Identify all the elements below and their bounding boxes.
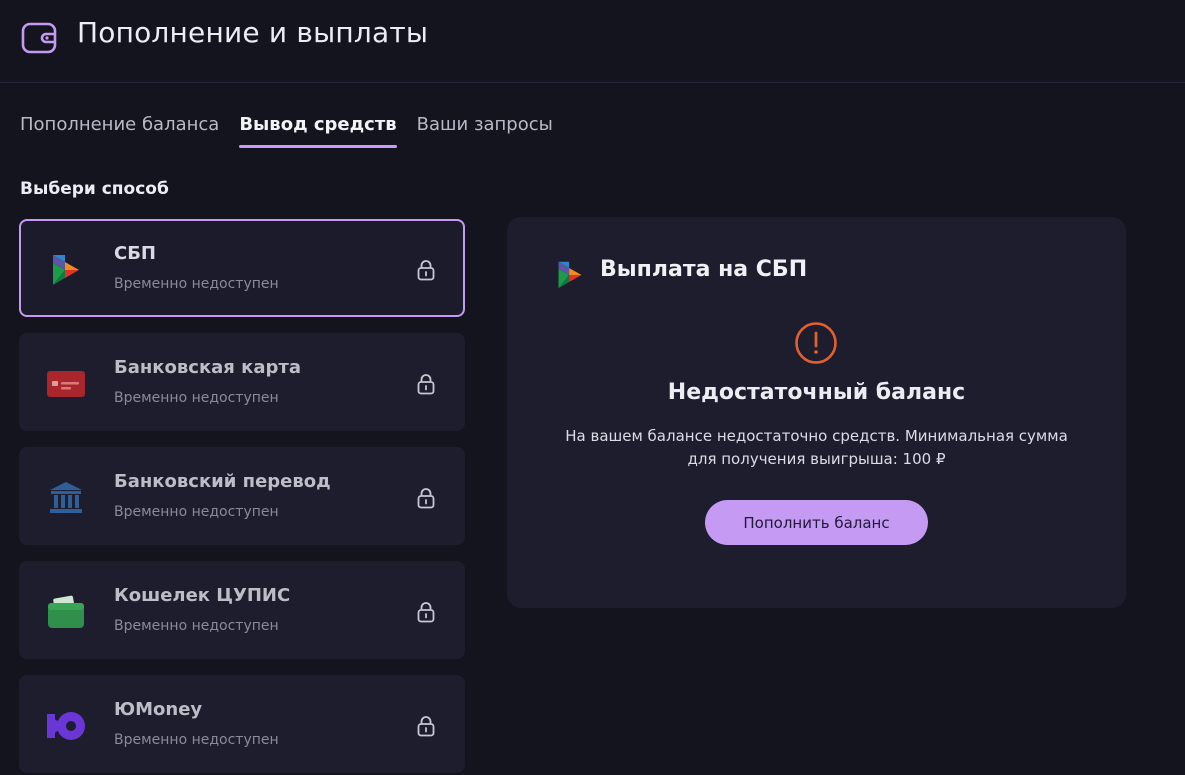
warning-icon	[795, 322, 837, 364]
method-status: Временно недоступен	[114, 504, 279, 520]
sbp-logo-icon	[45, 249, 87, 291]
method-name: Банковская карта	[114, 357, 301, 378]
method-list: СБП Временно недоступен Банковская карта…	[19, 219, 465, 775]
method-cupis[interactable]: Кошелек ЦУПИС Временно недоступен	[19, 561, 465, 659]
tab-withdraw[interactable]: Вывод средств	[239, 112, 398, 148]
header: Пополнение и выплаты	[0, 0, 1185, 83]
method-bank-card[interactable]: Банковская карта Временно недоступен	[19, 333, 465, 431]
page-title: Пополнение и выплаты	[77, 16, 429, 49]
method-name: Банковский перевод	[114, 471, 331, 492]
warning-title: Недостаточный баланс	[667, 380, 966, 405]
cupis-wallet-icon	[45, 591, 87, 633]
lock-icon	[417, 716, 435, 737]
lock-icon	[417, 602, 435, 623]
lock-icon	[417, 374, 435, 395]
lock-icon	[417, 488, 435, 509]
lock-icon	[417, 260, 435, 281]
tabs: Пополнение баланса Вывод средств Ваши за…	[20, 112, 573, 152]
method-status: Временно недоступен	[114, 618, 279, 634]
warning-text: На вашем балансе недостаточно средств. М…	[537, 425, 1096, 471]
method-status: Временно недоступен	[114, 390, 279, 406]
section-label: Выбери способ	[20, 179, 169, 199]
sbp-logo-icon	[558, 261, 582, 289]
top-up-balance-button[interactable]: Пополнить баланс	[705, 500, 928, 545]
method-yoomoney[interactable]: ЮMoney Временно недоступен	[19, 675, 465, 773]
warning-text-line: На вашем балансе недостаточно средств. М…	[565, 427, 1068, 445]
withdraw-panel: Выплата на СБП Недостаточный баланс На в…	[507, 217, 1126, 608]
wallet-icon	[21, 22, 57, 54]
method-sbp[interactable]: СБП Временно недоступен	[19, 219, 465, 317]
method-status: Временно недоступен	[114, 276, 279, 292]
method-name: Кошелек ЦУПИС	[114, 585, 291, 606]
warning-text-line: для получения выигрыша: 100 ₽	[687, 450, 946, 468]
yoomoney-icon	[45, 705, 87, 747]
method-name: СБП	[114, 243, 156, 264]
method-status: Временно недоступен	[114, 732, 279, 748]
method-bank-transfer[interactable]: Банковский перевод Временно недоступен	[19, 447, 465, 545]
page: Пополнение и выплаты Пополнение баланса …	[0, 0, 1185, 775]
bank-card-icon	[45, 363, 87, 405]
method-name: ЮMoney	[114, 699, 203, 720]
bank-building-icon	[45, 477, 87, 519]
panel-title: Выплата на СБП	[600, 257, 808, 282]
tab-deposit[interactable]: Пополнение баланса	[20, 112, 219, 148]
tab-requests[interactable]: Ваши запросы	[417, 112, 553, 148]
